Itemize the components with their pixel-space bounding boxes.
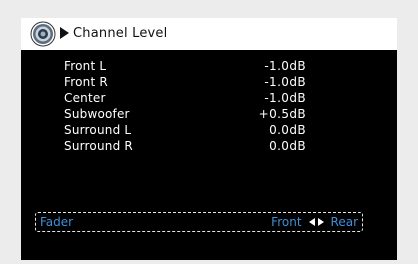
right-arrow-icon[interactable] xyxy=(317,218,324,226)
channel-row-front-l[interactable]: Front L -1.0dB xyxy=(21,58,397,74)
fader-value: Front Rear xyxy=(271,215,358,229)
channel-value: -1.0dB xyxy=(264,91,306,105)
osd-screen: Channel Level Front L -1.0dB Front R -1.… xyxy=(21,18,397,260)
channel-name: Front L xyxy=(64,59,107,73)
channel-name: Surround R xyxy=(64,139,133,153)
channel-row-surround-r[interactable]: Surround R 0.0dB xyxy=(21,138,397,154)
channel-value: -1.0dB xyxy=(264,75,306,89)
fader-label: Fader xyxy=(40,215,74,229)
left-arrow-icon[interactable] xyxy=(308,218,315,226)
channel-name: Front R xyxy=(64,75,108,89)
channel-value: +0.5dB xyxy=(258,107,306,121)
channel-value: 0.0dB xyxy=(269,139,306,153)
channel-value: -1.0dB xyxy=(264,59,306,73)
channel-row-subwoofer[interactable]: Subwoofer +0.5dB xyxy=(21,106,397,122)
channel-row-surround-l[interactable]: Surround L 0.0dB xyxy=(21,122,397,138)
fader-selector[interactable]: Fader Front Rear xyxy=(35,212,363,232)
play-arrow-icon xyxy=(60,27,69,39)
channel-value: 0.0dB xyxy=(269,123,306,137)
fader-front-option: Front xyxy=(271,215,302,229)
channel-row-center[interactable]: Center -1.0dB xyxy=(21,90,397,106)
channel-row-front-r[interactable]: Front R -1.0dB xyxy=(21,74,397,90)
channel-name: Surround L xyxy=(64,123,132,137)
page-title: Channel Level xyxy=(73,26,168,41)
fader-rear-option: Rear xyxy=(330,215,358,229)
channel-name: Center xyxy=(64,91,106,105)
speaker-icon xyxy=(30,21,56,47)
menu-header: Channel Level xyxy=(21,18,397,50)
channel-name: Subwoofer xyxy=(64,107,130,121)
channel-list: Front L -1.0dB Front R -1.0dB Center -1.… xyxy=(21,58,397,154)
